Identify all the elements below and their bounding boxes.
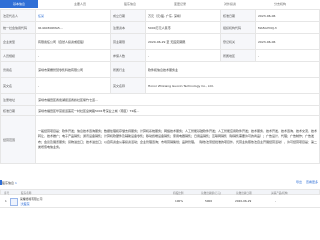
- value-company-type: 有限责任公司（自然人投资或控股）: [35, 33, 111, 50]
- value-reg-capital: 5000万元人民币: [145, 21, 221, 34]
- row-index: 1: [5, 199, 7, 203]
- tab-investments[interactable]: 对外投资: [210, 0, 250, 8]
- label-staff-size: 人员规模: [0, 49, 36, 62]
- row-related: -: [275, 199, 277, 203]
- value-credit-code: 91440300MA5…: [35, 21, 111, 34]
- label-reg-capital: 注册资本: [110, 21, 146, 34]
- label-english-name: 英文名: [0, 77, 36, 94]
- tab-branches[interactable]: 分支机构: [260, 0, 300, 8]
- label-legal-rep: 法定代表人: [0, 9, 36, 22]
- tab-change-records[interactable]: 变更记录: [160, 0, 200, 8]
- value-region: -: [255, 49, 320, 62]
- label-business-scope: 经营范围: [0, 115, 36, 164]
- label-insured: 参保人数: [110, 49, 146, 62]
- tab-shareholders[interactable]: 股东信息: [110, 0, 150, 8]
- company-info-table: 法定代表人 任某 成立日期 万元（元/股, 广东, 深圳） 核准日期 2023-…: [0, 9, 320, 164]
- section-toolbar: 导出 查看更多: [296, 180, 318, 184]
- value-reg-authority: 2023-06-06: [255, 33, 320, 50]
- value-insured: -: [145, 49, 221, 62]
- value-staff-size: -: [35, 49, 111, 62]
- label-industry: 所属行业: [110, 61, 146, 78]
- label-approval: 核准日期: [0, 105, 36, 116]
- row-date: 2020-06-29: [235, 199, 252, 203]
- label-approval-date: 核准日期: [220, 9, 256, 22]
- value-legal-rep[interactable]: 任某: [35, 9, 111, 22]
- section-title: 股东信息 1: [2, 181, 17, 185]
- value-approval: 深圳市福田区华富街道莲花一村社区皇岗路5001号深业上城（南区）T2栋…: [35, 105, 320, 116]
- value-english-name-short: -: [35, 77, 111, 94]
- row-ratio: 100%: [175, 199, 183, 203]
- label-address: 注册地址: [0, 93, 36, 106]
- section-count: 1: [14, 181, 17, 185]
- export-button[interactable]: 导出: [296, 180, 302, 184]
- value-industry: 软件和信息技术服务业: [145, 61, 320, 78]
- value-former-name: 深圳市荣耀智慧零售科技有限公司: [35, 61, 111, 78]
- shareholder-logo: [10, 198, 18, 206]
- label-business-term: 营业期限: [110, 33, 146, 50]
- value-est-date: 万元（元/股, 广东, 深圳）: [145, 9, 221, 22]
- major-shareholder-badge: 大股东: [20, 202, 31, 206]
- label-org-code: 组织机构代码: [220, 21, 256, 34]
- label-reg-authority: 登记机关: [220, 33, 256, 50]
- value-business-scope: 一般经营项目是：软件开发；信息技术咨询服务；数据处理和存储支持服务；计算机系统服…: [35, 115, 320, 164]
- value-approval-date: 2023-06-06: [255, 9, 320, 22]
- label-former-name: 曾用名: [0, 61, 36, 78]
- label-region: 所属地区: [220, 49, 256, 62]
- tab-basic-info[interactable]: 基本信息: [0, 0, 38, 8]
- value-business-term: 2020-06-29 至 无固定期限: [145, 33, 221, 50]
- section-title-text: 股东信息: [2, 181, 15, 185]
- label-est-date: 成立日期: [110, 9, 146, 22]
- label-credit-code: 统一社会信用代码: [0, 21, 36, 34]
- table-row[interactable]: 1 荣耀终端有限公司 大股东 100% 5000 2020-06-29 -: [0, 195, 320, 208]
- value-english-name: Honor Zhixiang Guoxin Technology Co., Lt…: [145, 77, 320, 94]
- label-company-type: 企业类型: [0, 33, 36, 50]
- shareholder-name-link[interactable]: 荣耀终端有限公司: [20, 197, 42, 201]
- tab-key-personnel[interactable]: 主要人员: [60, 0, 100, 8]
- value-address: 深圳市福田区香蜜湖街道香岭社区紫竹七道…: [35, 93, 320, 106]
- view-more-link[interactable]: 查看更多: [306, 180, 318, 184]
- label-english-name-2: 英文名称: [110, 77, 146, 94]
- row-amount: 5000: [205, 199, 213, 203]
- value-org-code: MA5GYDXJ-3: [255, 21, 320, 34]
